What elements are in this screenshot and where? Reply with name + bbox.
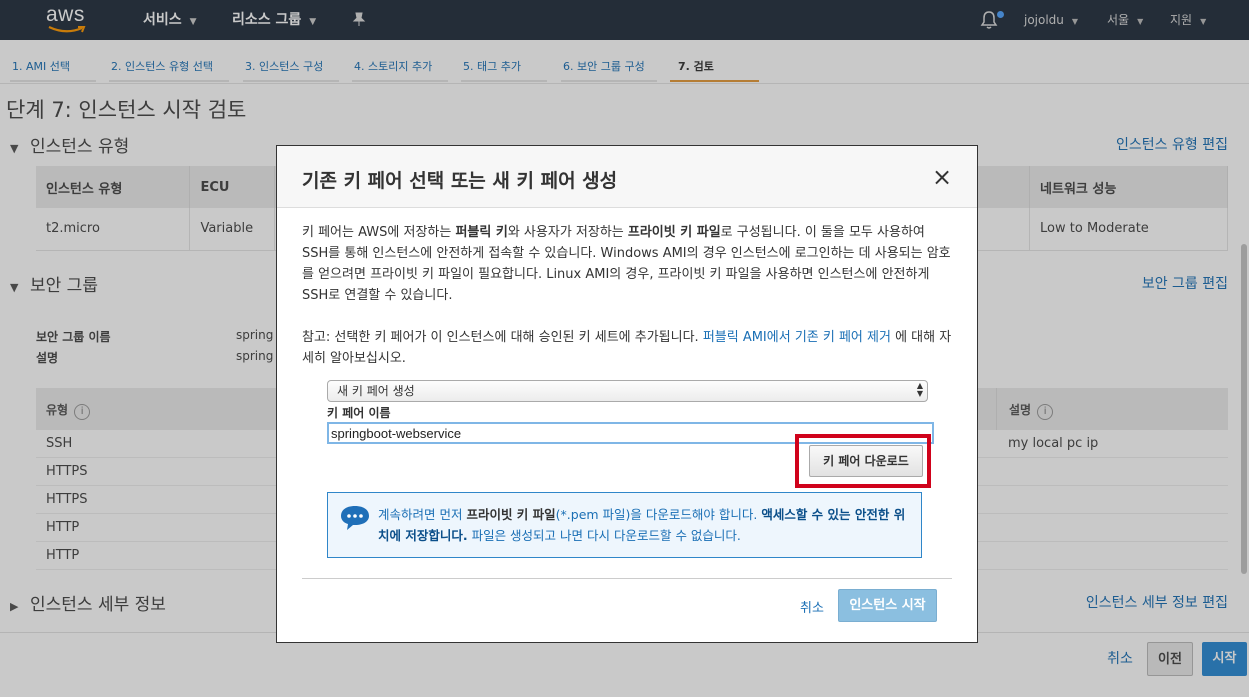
remove-key-pair-link[interactable]: 퍼블릭 AMI에서 기존 키 페어 제거 xyxy=(703,330,891,345)
key-pair-select[interactable]: 새 키 페어 생성 ▲ ▼ xyxy=(327,380,928,402)
key-pair-dialog: 기존 키 페어 선택 또는 새 키 페어 생성 × 키 페어는 AWS에 저장하… xyxy=(276,145,978,643)
note-paragraph: 참고: 선택한 키 페어가 이 인스턴스에 대해 승인된 키 세트에 추가됩니다… xyxy=(302,330,952,366)
chat-bubble-icon xyxy=(340,505,370,531)
alert-text: 계속하려면 먼저 프라이빗 키 파일(*.pem 파일)을 다운로드해야 합니다… xyxy=(378,507,906,543)
key-pair-name-label: 키 페어 이름 xyxy=(327,406,391,420)
dialog-title: 기존 키 페어 선택 또는 새 키 페어 생성 xyxy=(302,170,618,192)
download-key-pair-button[interactable]: 키 페어 다운로드 xyxy=(809,445,923,477)
divider xyxy=(302,578,952,579)
dialog-cancel-link[interactable]: 취소 xyxy=(800,597,824,616)
select-arrows-icon: ▲ ▼ xyxy=(916,381,923,398)
intro-paragraph: 키 페어는 AWS에 저장하는 퍼블릭 키와 사용자가 저장하는 프라이빗 키 … xyxy=(302,225,951,303)
launch-instance-button[interactable]: 인스턴스 시작 xyxy=(838,589,937,622)
dialog-header: 기존 키 페어 선택 또는 새 키 페어 생성 × xyxy=(277,146,977,208)
info-alert: 계속하려면 먼저 프라이빗 키 파일(*.pem 파일)을 다운로드해야 합니다… xyxy=(327,492,922,558)
close-icon[interactable]: × xyxy=(932,165,952,189)
